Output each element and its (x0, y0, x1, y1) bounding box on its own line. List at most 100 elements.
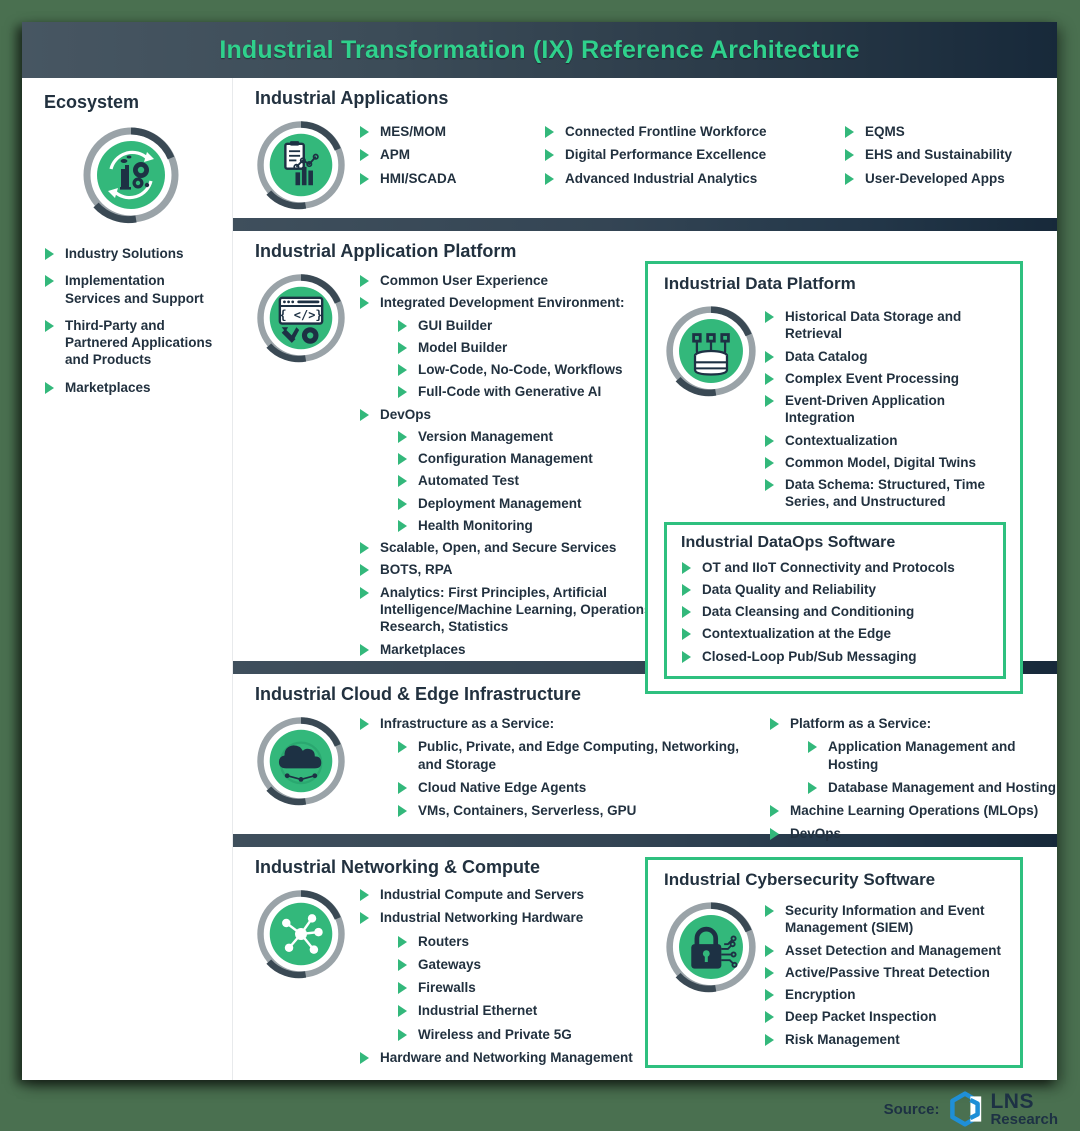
arrow-bullet-icon (359, 125, 372, 140)
list-item[interactable]: HMI/SCADA (359, 170, 544, 187)
list-item[interactable]: Analytics: First Principles, Artificial … (359, 584, 659, 636)
list-item[interactable]: BOTS, RPA (359, 561, 659, 578)
list-item-label: Deployment Management (418, 495, 582, 511)
list-item-label: Hardware and Networking Management (380, 1049, 633, 1065)
list-item[interactable]: Active/Passive Threat Detection (764, 964, 1006, 981)
section-separator (233, 218, 1057, 231)
ecosystem-list: Industry Solutions Implementation Servic… (44, 245, 218, 396)
footer-source: Source: LNS Research (884, 1091, 1058, 1127)
list-item[interactable]: Contextualization (764, 432, 1006, 449)
arrow-bullet-icon (769, 827, 782, 842)
arrow-bullet-icon (359, 643, 372, 658)
list-item[interactable]: Contextualization at the Edge (681, 625, 991, 642)
arrow-bullet-icon (544, 172, 557, 187)
arrow-bullet-icon (359, 148, 372, 163)
list-item-label: Industrial Compute and Servers (380, 887, 585, 902)
list-item-label: Encryption (785, 987, 856, 1003)
list-item-label: Data Schema: Structured, Time Series, an… (785, 477, 986, 510)
list-item[interactable]: OT and IIoT Connectivity and Protocols (681, 559, 991, 576)
list-item[interactable]: Data Cleansing and Conditioning (681, 603, 991, 620)
list-item-label: APM (380, 147, 410, 163)
list-item[interactable]: Data Catalog (764, 348, 1006, 365)
list-item[interactable]: Marketplaces (44, 379, 218, 396)
list-item[interactable]: DevOps (359, 406, 659, 423)
list-item-label: Common Model, Digital Twins (785, 454, 976, 470)
list-item-label: GUI Builder (418, 317, 493, 333)
arrow-bullet-icon (397, 804, 410, 819)
sections-column: Industrial Applications MES/MOM APM HMI/… (233, 78, 1057, 1080)
list-item[interactable]: Infrastructure as a Service: (359, 715, 709, 732)
list-item[interactable]: DevOps (769, 825, 1057, 842)
list-item[interactable]: EQMS (844, 123, 1057, 140)
arrow-bullet-icon (681, 583, 694, 598)
list-item-label: Common User Experience (380, 273, 549, 288)
list-item[interactable]: EHS and Sustainability (844, 146, 1057, 163)
list-item-label: Data Cleansing and Conditioning (702, 604, 915, 620)
arrow-bullet-icon (397, 1028, 410, 1043)
list-item[interactable]: Advanced Industrial Analytics (544, 170, 844, 187)
arrow-bullet-icon (681, 627, 694, 642)
arrow-bullet-icon (764, 988, 777, 1003)
section-title: Industrial Cloud & Edge Infrastructure (255, 684, 582, 704)
list-item[interactable]: Integrated Development Environment: (359, 294, 659, 311)
arrow-bullet-icon (769, 717, 782, 732)
list-item[interactable]: Security Information and Event Managemen… (764, 902, 1006, 937)
list-item[interactable]: Industry Solutions (44, 245, 218, 262)
list-item-label: VMs, Containers, Serverless, GPU (418, 803, 637, 819)
list-item[interactable]: Risk Management (764, 1031, 1006, 1048)
list-item[interactable]: Scalable, Open, and Secure Services (359, 539, 659, 556)
list-item[interactable]: Common User Experience (359, 272, 659, 289)
arrow-bullet-icon (397, 341, 410, 356)
list-item-label: Risk Management (785, 1031, 900, 1047)
list-item[interactable]: Third-Party and Partnered Applications a… (44, 317, 218, 369)
list-item[interactable]: Encryption (764, 986, 1006, 1003)
list-item[interactable]: Historical Data Storage and Retrieval (764, 308, 1006, 343)
list-item[interactable]: Complex Event Processing (764, 370, 1006, 387)
list-item[interactable]: Database Management and Hosting (807, 779, 1057, 796)
list-item[interactable]: Application Management and Hosting (807, 738, 1057, 773)
list-item[interactable]: Marketplaces (359, 641, 659, 658)
list-item[interactable]: Connected Frontline Workforce (544, 123, 844, 140)
list-item[interactable]: Deep Packet Inspection (764, 1008, 1006, 1025)
list-item[interactable]: Data Quality and Reliability (681, 581, 991, 598)
arrow-bullet-icon (359, 888, 372, 903)
list-item-label: Industrial Networking Hardware (380, 910, 584, 926)
arrow-bullet-icon (844, 172, 857, 187)
applications-col-3: EQMS EHS and Sustainability User-Develop… (844, 123, 1057, 216)
list-item[interactable]: Implementation Services and Support (44, 272, 218, 307)
list-item[interactable]: Cloud Native Edge Agents (397, 779, 747, 796)
list-item[interactable]: Digital Performance Excellence (544, 146, 844, 163)
list-item-label: Third-Party and Partnered Applications a… (65, 317, 213, 368)
list-item-label: Public, Private, and Edge Computing, Net… (418, 739, 740, 772)
arrow-bullet-icon (844, 148, 857, 163)
network-nodes-icon (257, 890, 345, 979)
list-item[interactable]: Machine Learning Operations (MLOps) (769, 802, 1057, 819)
list-item[interactable]: Data Schema: Structured, Time Series, an… (764, 476, 1006, 511)
platform-icon-wrap: { </>} (255, 268, 359, 663)
list-item-label: Health Monitoring (418, 517, 533, 533)
list-item[interactable]: Public, Private, and Edge Computing, Net… (397, 738, 747, 773)
list-item[interactable]: Platform as a Service: (769, 715, 1057, 732)
arrow-bullet-icon (44, 319, 57, 334)
arrow-bullet-icon (359, 541, 372, 556)
list-item-label: Platform as a Service: (790, 716, 932, 731)
list-item-label: Data Quality and Reliability (702, 581, 877, 597)
section-networking-compute: Industrial Networking & Compute Industri… (233, 847, 1057, 1073)
arrow-bullet-icon (359, 586, 372, 601)
list-item-label: Data Catalog (785, 348, 868, 364)
list-item-label: Integrated Development Environment: (380, 295, 625, 311)
list-item[interactable]: Asset Detection and Management (764, 942, 1006, 959)
body-wrapper: Ecosystem Industry Solutions Implementat… (22, 78, 1057, 1080)
list-item[interactable]: User-Developed Apps (844, 170, 1057, 187)
list-item[interactable]: APM (359, 146, 544, 163)
list-item[interactable]: VMs, Containers, Serverless, GPU (397, 802, 747, 819)
list-item[interactable]: MES/MOM (359, 123, 544, 140)
lns-research-logo[interactable]: LNS Research (947, 1091, 1058, 1127)
list-item[interactable]: Common Model, Digital Twins (764, 454, 1006, 471)
arrow-bullet-icon (807, 740, 820, 755)
list-item[interactable]: Closed-Loop Pub/Sub Messaging (681, 648, 991, 665)
list-item[interactable]: Event-Driven Application Integration (764, 392, 1006, 427)
code-window-tools-icon: { </>} (257, 274, 345, 363)
arrow-bullet-icon (544, 148, 557, 163)
applications-icon-wrap (255, 115, 359, 216)
